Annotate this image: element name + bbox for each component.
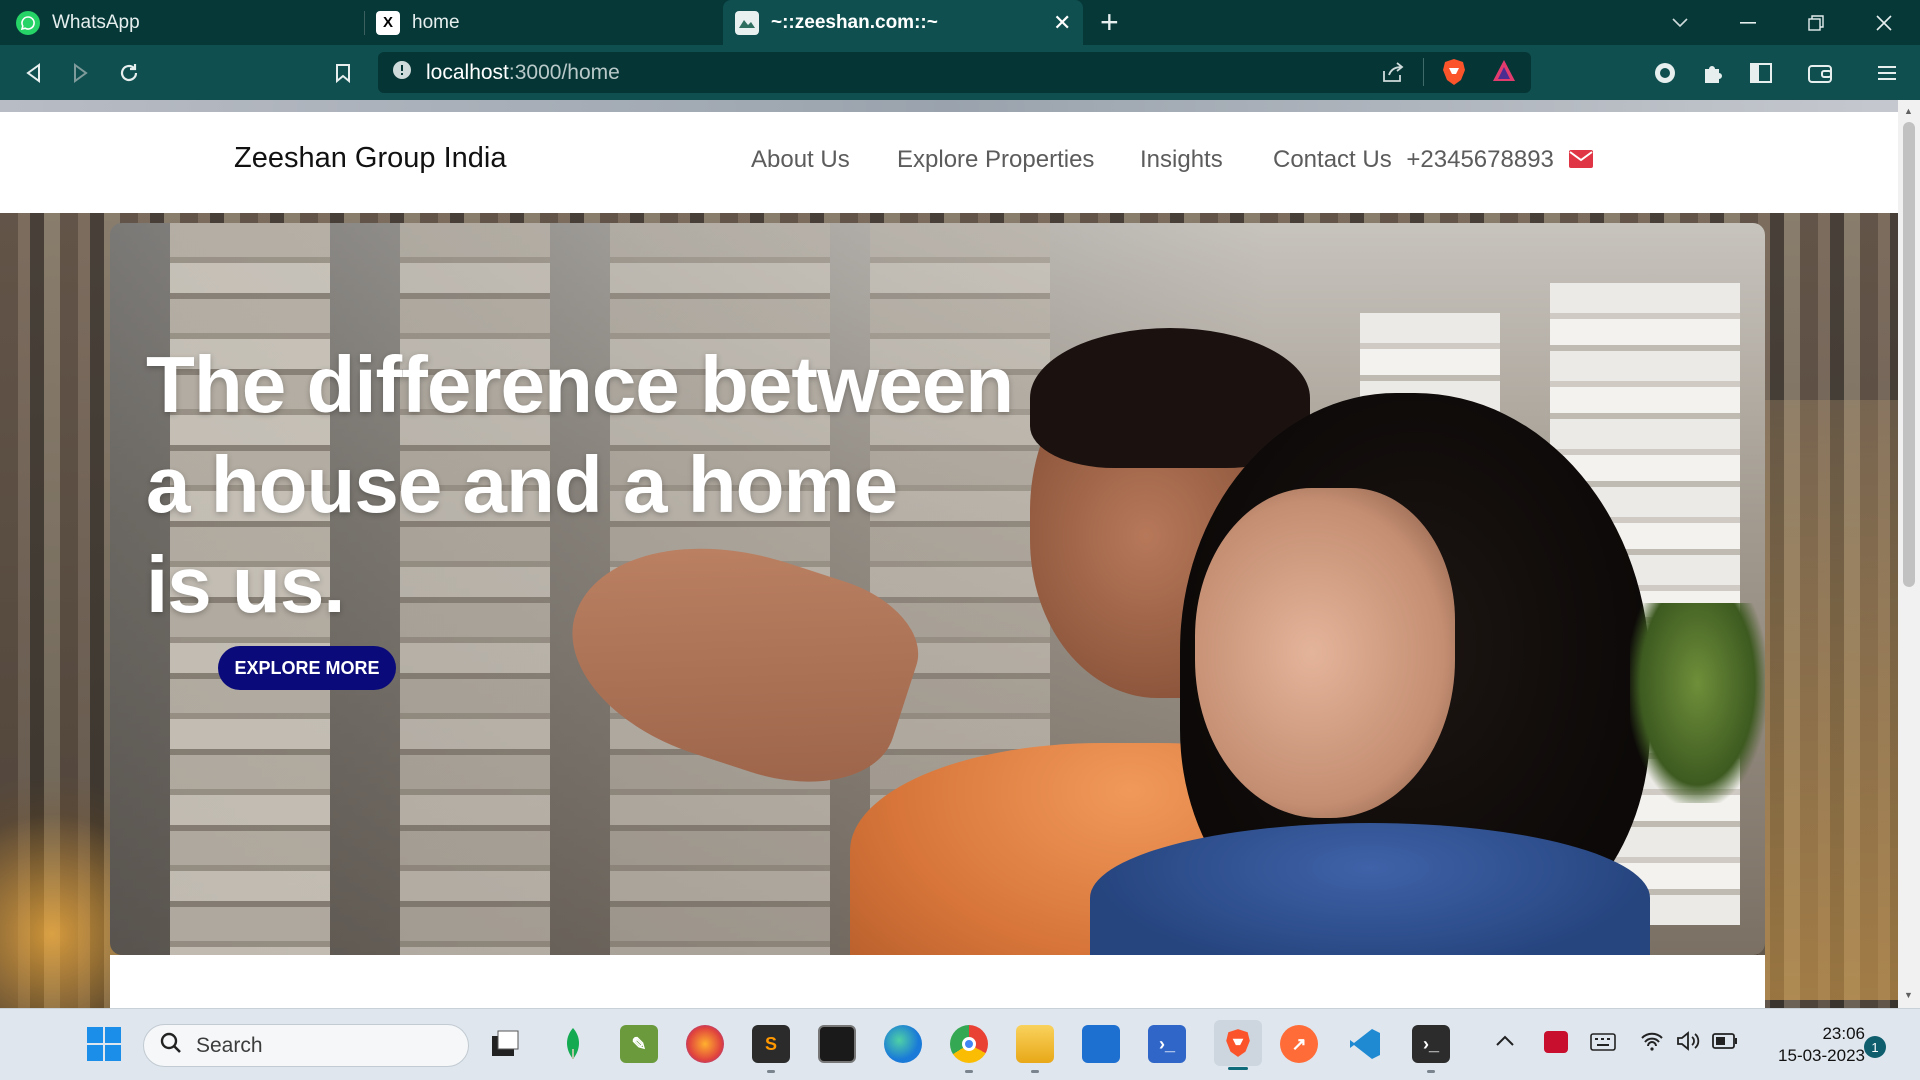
x-logo-icon: X xyxy=(376,10,400,35)
close-window-icon[interactable] xyxy=(1850,0,1918,45)
whatsapp-icon xyxy=(16,10,40,35)
nav-about-us[interactable]: About Us xyxy=(751,146,850,174)
tab-whatsapp[interactable]: WhatsApp xyxy=(16,0,361,45)
hero-line-1: The difference between xyxy=(146,340,1014,429)
browser-tab-strip: WhatsApp X home ~::zeeshan.com::~ ✕ + xyxy=(0,0,1920,45)
keyboard-icon[interactable] xyxy=(1590,1033,1616,1056)
clock-date: 15-03-2023 xyxy=(1778,1046,1865,1065)
brave-shields-icon[interactable] xyxy=(1441,58,1467,92)
scroll-down-icon[interactable]: ▼ xyxy=(1904,990,1913,1000)
show-hidden-icons-chevron-icon[interactable] xyxy=(1496,1033,1514,1051)
hero-line-2: a house and a home xyxy=(146,440,898,529)
url-path: :3000/home xyxy=(508,60,620,84)
terminal-icon[interactable] xyxy=(818,1025,856,1063)
reload-icon[interactable] xyxy=(106,45,152,100)
taskbar-search-input[interactable]: Search xyxy=(143,1024,469,1067)
postman-icon[interactable]: ↗ xyxy=(1280,1025,1318,1063)
tab-search-chevron-icon[interactable] xyxy=(1646,0,1714,45)
explore-more-button[interactable]: EXPLORE MORE xyxy=(218,646,396,690)
edge-icon[interactable] xyxy=(884,1025,922,1063)
nav-insights[interactable]: Insights xyxy=(1140,146,1223,174)
battery-icon[interactable] xyxy=(1712,1033,1738,1054)
contact-label: Contact Us xyxy=(1273,146,1392,173)
search-icon xyxy=(160,1032,182,1060)
hero-line-3: is us. xyxy=(146,540,346,629)
new-tab-icon[interactable]: + xyxy=(1100,4,1119,41)
tab-zeeshan[interactable]: ~::zeeshan.com::~ ✕ xyxy=(723,0,1083,45)
recording-app-icon[interactable] xyxy=(1544,1031,1568,1053)
site-info-icon[interactable] xyxy=(392,60,412,86)
notepad-app-icon[interactable]: ✎ xyxy=(620,1025,658,1063)
page-viewport: Zeeshan Group India About Us Explore Pro… xyxy=(0,100,1898,1008)
forward-icon[interactable] xyxy=(58,45,104,100)
brand-logo-text[interactable]: Zeeshan Group India xyxy=(234,142,506,175)
search-placeholder: Search xyxy=(196,1033,263,1057)
restore-icon[interactable] xyxy=(1782,0,1850,45)
vpn-icon[interactable] xyxy=(1642,45,1688,100)
site-favicon-icon xyxy=(735,10,759,35)
city-lights-right xyxy=(1765,400,1898,1000)
file-explorer-icon[interactable] xyxy=(1016,1025,1054,1073)
volume-icon[interactable] xyxy=(1676,1031,1700,1056)
system-clock[interactable]: 23:06 15-03-2023 xyxy=(1755,1023,1865,1067)
brave-browser-icon[interactable] xyxy=(1214,1020,1262,1070)
nav-explore-properties[interactable]: Explore Properties xyxy=(897,146,1094,174)
firefox-icon[interactable] xyxy=(686,1025,724,1063)
scroll-up-icon[interactable]: ▲ xyxy=(1904,106,1913,116)
browser-toolbar: localhost:3000/home xyxy=(0,45,1920,100)
mail-icon xyxy=(1568,147,1593,175)
windows-start-icon[interactable] xyxy=(85,1025,123,1063)
minimize-icon[interactable] xyxy=(1714,0,1782,45)
site-navbar: Zeeshan Group India About Us Explore Pro… xyxy=(0,112,1898,213)
address-bar[interactable]: localhost:3000/home xyxy=(378,52,1531,93)
vscode-icon[interactable] xyxy=(1346,1025,1384,1063)
notification-badge[interactable]: 1 xyxy=(1864,1036,1886,1058)
hero-heading: The difference between a house and a hom… xyxy=(146,335,1046,635)
powershell-icon[interactable]: ›_ xyxy=(1148,1025,1186,1063)
hero-banner: The difference between a house and a hom… xyxy=(110,223,1765,955)
close-tab-icon[interactable]: ✕ xyxy=(1053,10,1071,36)
extensions-icon[interactable] xyxy=(1690,45,1736,100)
chrome-icon[interactable] xyxy=(950,1025,988,1073)
windows-terminal-icon[interactable]: ›_ xyxy=(1412,1025,1450,1073)
woman-face-image xyxy=(1195,488,1455,818)
contact-phone: +2345678893 xyxy=(1406,146,1554,173)
tab-label: home xyxy=(412,11,460,33)
tab-label: ~::zeeshan.com::~ xyxy=(771,11,938,33)
mongodb-icon[interactable] xyxy=(554,1025,592,1063)
nav-contact-us[interactable]: Contact Us +2345678893 xyxy=(1273,146,1593,175)
sidebar-icon[interactable] xyxy=(1738,45,1784,100)
page-scrollbar[interactable]: ▲ ▼ xyxy=(1898,100,1920,1008)
content-section xyxy=(110,955,1765,1008)
clock-time: 23:06 xyxy=(1822,1024,1865,1043)
header-image-strip xyxy=(0,100,1898,112)
windows-taskbar: Search ✎ S ›_ ↗ ›_ 23:06 15-03-2023 1 xyxy=(0,1008,1920,1080)
scrollbar-thumb[interactable] xyxy=(1903,122,1915,587)
sublime-text-icon[interactable]: S xyxy=(752,1025,790,1073)
task-view-icon[interactable] xyxy=(486,1025,524,1063)
store-app-icon[interactable] xyxy=(1082,1025,1120,1063)
tab-home[interactable]: X home xyxy=(376,0,721,45)
wifi-icon[interactable] xyxy=(1640,1031,1664,1056)
back-icon[interactable] xyxy=(10,45,56,100)
tab-label: WhatsApp xyxy=(52,11,140,33)
plant-image xyxy=(1630,603,1765,803)
menu-icon[interactable] xyxy=(1864,45,1910,100)
bookmark-icon[interactable] xyxy=(320,45,366,100)
url-host: localhost xyxy=(426,60,509,84)
share-icon[interactable] xyxy=(1381,61,1405,89)
wallet-icon[interactable] xyxy=(1797,45,1843,100)
brave-rewards-icon[interactable] xyxy=(1491,58,1517,90)
